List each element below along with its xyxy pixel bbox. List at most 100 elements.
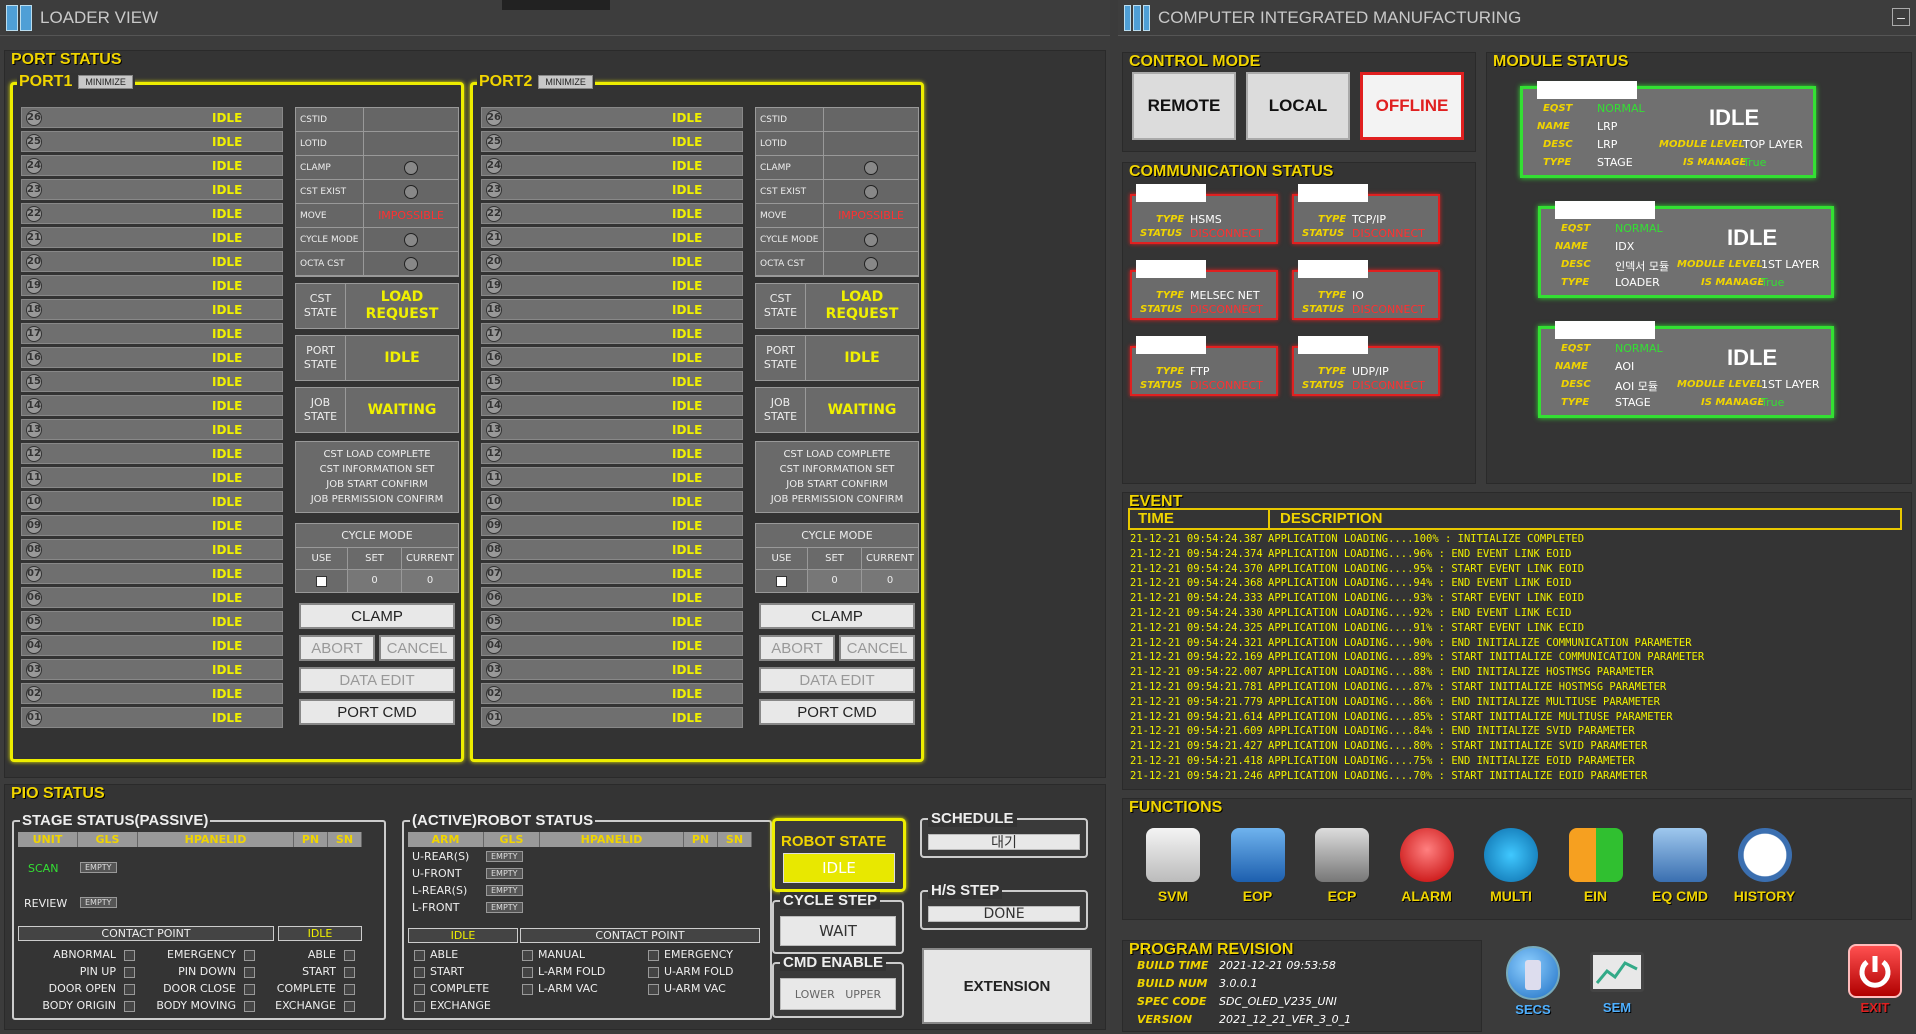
slot-row[interactable]: 25 IDLE <box>481 131 743 152</box>
slot-row[interactable]: 21 IDLE <box>481 227 743 248</box>
slot-row[interactable]: 18 IDLE <box>21 299 283 320</box>
slot-row[interactable]: 06 IDLE <box>481 587 743 608</box>
event-row[interactable]: 21-12-21 09:54:24.368 APPLICATION LOADIN… <box>1130 577 1904 592</box>
slot-row[interactable]: 11 IDLE <box>21 467 283 488</box>
slot-row[interactable]: 02 IDLE <box>21 683 283 704</box>
slot-row[interactable]: 14 IDLE <box>481 395 743 416</box>
event-row[interactable]: 21-12-21 09:54:22.007 APPLICATION LOADIN… <box>1130 666 1904 681</box>
slot-row[interactable]: 15 IDLE <box>21 371 283 392</box>
port-cmd-button[interactable]: PORT CMD <box>299 699 455 725</box>
use-checkbox[interactable] <box>316 575 327 587</box>
window-grip[interactable] <box>502 0 610 10</box>
event-row[interactable]: 21-12-21 09:54:21.779 APPLICATION LOADIN… <box>1130 696 1904 711</box>
event-row[interactable]: 21-12-21 09:54:21.614 APPLICATION LOADIN… <box>1130 711 1904 726</box>
slot-row[interactable]: 22 IDLE <box>481 203 743 224</box>
slot-row[interactable]: 25 IDLE <box>21 131 283 152</box>
slot-row[interactable]: 08 IDLE <box>21 539 283 560</box>
comm-status-card[interactable]: TYPE TCP/IP STATUS DISCONNECT <box>1292 184 1440 244</box>
slot-row[interactable]: 19 IDLE <box>481 275 743 296</box>
slot-row[interactable]: 23 IDLE <box>21 179 283 200</box>
module-card[interactable]: EQST NORMAL NAME AOI DESC AOI 모듈 TYPE ST… <box>1538 321 1834 418</box>
data-edit-button[interactable]: DATA EDIT <box>759 667 915 693</box>
slot-row[interactable]: 13 IDLE <box>481 419 743 440</box>
cancel-button[interactable]: CANCEL <box>839 635 915 661</box>
slot-row[interactable]: 15 IDLE <box>481 371 743 392</box>
minimize-button[interactable]: – <box>1892 8 1910 26</box>
function-button-alarm[interactable]: ALARM <box>1392 828 1462 904</box>
use-checkbox[interactable] <box>776 575 787 587</box>
slot-row[interactable]: 18 IDLE <box>481 299 743 320</box>
slot-row[interactable]: 09 IDLE <box>481 515 743 536</box>
function-button-eop[interactable]: EOP <box>1223 828 1293 904</box>
set-value[interactable]: 0 <box>348 570 402 592</box>
minimize-port-button[interactable]: MINIMIZE <box>538 75 593 89</box>
slot-row[interactable]: 12 IDLE <box>481 443 743 464</box>
slot-row[interactable]: 06 IDLE <box>21 587 283 608</box>
slot-row[interactable]: 26 IDLE <box>21 107 283 128</box>
slot-row[interactable]: 19 IDLE <box>21 275 283 296</box>
slot-row[interactable]: 03 IDLE <box>481 659 743 680</box>
slot-row[interactable]: 05 IDLE <box>21 611 283 632</box>
event-row[interactable]: 21-12-21 09:54:24.333 APPLICATION LOADIN… <box>1130 592 1904 607</box>
slot-row[interactable]: 04 IDLE <box>481 635 743 656</box>
slot-row[interactable]: 07 IDLE <box>21 563 283 584</box>
event-list[interactable]: 21-12-21 09:54:24.387 APPLICATION LOADIN… <box>1130 533 1904 787</box>
comm-status-card[interactable]: TYPE HSMS STATUS DISCONNECT <box>1130 184 1278 244</box>
event-row[interactable]: 21-12-21 09:54:24.321 APPLICATION LOADIN… <box>1130 637 1904 652</box>
slot-row[interactable]: 24 IDLE <box>481 155 743 176</box>
function-button-ecp[interactable]: ECP <box>1307 828 1377 904</box>
slot-row[interactable]: 16 IDLE <box>481 347 743 368</box>
function-button-multi[interactable]: MULTI <box>1476 828 1546 904</box>
clamp-button[interactable]: CLAMP <box>299 603 455 629</box>
data-edit-button[interactable]: DATA EDIT <box>299 667 455 693</box>
event-row[interactable]: 21-12-21 09:54:21.781 APPLICATION LOADIN… <box>1130 681 1904 696</box>
event-row[interactable]: 21-12-21 09:54:22.169 APPLICATION LOADIN… <box>1130 651 1904 666</box>
module-card[interactable]: EQST NORMAL NAME IDX DESC 인덱서 모듈 TYPE LO… <box>1538 201 1834 298</box>
abort-button[interactable]: ABORT <box>299 635 375 661</box>
port-cmd-button[interactable]: PORT CMD <box>759 699 915 725</box>
slot-row[interactable]: 21 IDLE <box>21 227 283 248</box>
clamp-button[interactable]: CLAMP <box>759 603 915 629</box>
local-button[interactable]: LOCAL <box>1246 72 1350 140</box>
offline-button[interactable]: OFFLINE <box>1360 72 1464 140</box>
secs-button[interactable]: SECS <box>1498 946 1568 1017</box>
function-button-ein[interactable]: EIN <box>1561 828 1631 904</box>
minimize-port-button[interactable]: MINIMIZE <box>78 75 133 89</box>
module-card[interactable]: EQST NORMAL NAME LRP DESC LRP TYPE STAGE… <box>1520 81 1816 178</box>
slot-row[interactable]: 05 IDLE <box>481 611 743 632</box>
event-row[interactable]: 21-12-21 09:54:24.330 APPLICATION LOADIN… <box>1130 607 1904 622</box>
slot-row[interactable]: 16 IDLE <box>21 347 283 368</box>
function-button-svm[interactable]: SVM <box>1138 828 1208 904</box>
event-row[interactable]: 21-12-21 09:54:24.325 APPLICATION LOADIN… <box>1130 622 1904 637</box>
event-row[interactable]: 21-12-21 09:54:24.387 APPLICATION LOADIN… <box>1130 533 1904 548</box>
comm-status-card[interactable]: TYPE IO STATUS DISCONNECT <box>1292 260 1440 320</box>
slot-row[interactable]: 03 IDLE <box>21 659 283 680</box>
comm-status-card[interactable]: TYPE MELSEC NET STATUS DISCONNECT <box>1130 260 1278 320</box>
function-button-eq-cmd[interactable]: EQ CMD <box>1645 828 1715 904</box>
cancel-button[interactable]: CANCEL <box>379 635 455 661</box>
event-row[interactable]: 21-12-21 09:54:21.609 APPLICATION LOADIN… <box>1130 725 1904 740</box>
remote-button[interactable]: REMOTE <box>1132 72 1236 140</box>
slot-row[interactable]: 14 IDLE <box>21 395 283 416</box>
slot-row[interactable]: 01 IDLE <box>21 707 283 728</box>
slot-row[interactable]: 08 IDLE <box>481 539 743 560</box>
event-row[interactable]: 21-12-21 09:54:21.418 APPLICATION LOADIN… <box>1130 755 1904 770</box>
slot-row[interactable]: 23 IDLE <box>481 179 743 200</box>
slot-row[interactable]: 17 IDLE <box>481 323 743 344</box>
slot-row[interactable]: 20 IDLE <box>21 251 283 272</box>
slot-row[interactable]: 09 IDLE <box>21 515 283 536</box>
slot-row[interactable]: 07 IDLE <box>481 563 743 584</box>
slot-row[interactable]: 10 IDLE <box>481 491 743 512</box>
extension-button[interactable]: EXTENSION <box>922 948 1092 1024</box>
event-row[interactable]: 21-12-21 09:54:24.370 APPLICATION LOADIN… <box>1130 563 1904 578</box>
slot-row[interactable]: 11 IDLE <box>481 467 743 488</box>
function-button-history[interactable]: HISTORY <box>1730 828 1800 904</box>
slot-row[interactable]: 20 IDLE <box>481 251 743 272</box>
comm-status-card[interactable]: TYPE UDP/IP STATUS DISCONNECT <box>1292 336 1440 396</box>
slot-row[interactable]: 10 IDLE <box>21 491 283 512</box>
event-row[interactable]: 21-12-21 09:54:24.374 APPLICATION LOADIN… <box>1130 548 1904 563</box>
comm-status-card[interactable]: TYPE FTP STATUS DISCONNECT <box>1130 336 1278 396</box>
slot-row[interactable]: 02 IDLE <box>481 683 743 704</box>
abort-button[interactable]: ABORT <box>759 635 835 661</box>
slot-row[interactable]: 01 IDLE <box>481 707 743 728</box>
